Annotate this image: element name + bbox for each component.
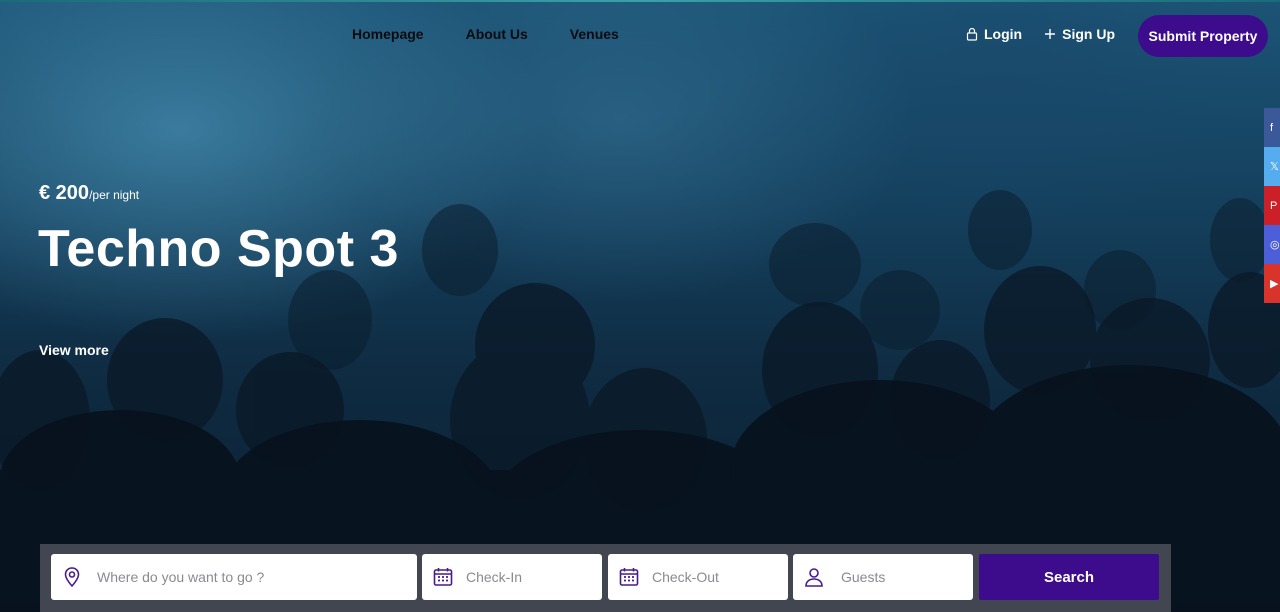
login-label: Login — [984, 26, 1023, 42]
checkout-field[interactable] — [608, 554, 788, 600]
login-link[interactable]: Login — [966, 24, 1022, 44]
youtube-button[interactable]: ▶ — [1264, 264, 1280, 303]
facebook-icon: f — [1270, 121, 1274, 134]
youtube-icon: ▶ — [1270, 278, 1279, 290]
nav-item-homepage[interactable]: Homepage — [352, 24, 424, 44]
facebook-button[interactable]: f — [1264, 108, 1280, 147]
instagram-button[interactable]: ◎ — [1264, 225, 1280, 264]
hero-section: Homepage About Us Venues Login Sign Up S… — [0, 0, 1280, 612]
signup-link[interactable]: Sign Up — [1044, 24, 1115, 44]
twitter-button[interactable]: 𝕏 — [1264, 147, 1280, 186]
calendar-icon — [619, 568, 639, 586]
auth-links: Login Sign Up — [966, 24, 1115, 44]
price-unit: /per night — [89, 188, 140, 202]
pinterest-icon: P — [1270, 199, 1278, 212]
social-sidebar: f 𝕏 P ◎ ▶ — [1264, 108, 1280, 303]
checkout-input[interactable] — [650, 568, 788, 586]
instagram-icon: ◎ — [1270, 239, 1280, 251]
map-pin-icon — [64, 567, 80, 588]
search-button[interactable]: Search — [979, 554, 1159, 600]
location-input[interactable] — [95, 568, 417, 586]
main-nav: Homepage About Us Venues — [352, 24, 619, 44]
nav-item-about-us[interactable]: About Us — [466, 24, 528, 44]
calendar-icon — [433, 568, 453, 586]
user-icon — [805, 568, 823, 587]
plus-icon — [1045, 29, 1056, 39]
twitter-icon: 𝕏 — [1270, 161, 1279, 173]
price-label: € 200/per night — [39, 182, 139, 205]
lock-icon — [966, 27, 978, 41]
venue-title: Techno Spot 3 — [38, 220, 399, 278]
guests-field[interactable] — [793, 554, 973, 600]
submit-property-button[interactable]: Submit Property — [1138, 15, 1268, 57]
checkin-input[interactable] — [464, 568, 602, 586]
location-field[interactable] — [51, 554, 417, 600]
guests-input[interactable] — [839, 568, 973, 586]
signup-label: Sign Up — [1062, 26, 1115, 42]
view-more-link[interactable]: View more — [39, 342, 109, 358]
crowd-background-image — [0, 190, 1280, 612]
search-bar: Search — [40, 544, 1171, 612]
checkin-field[interactable] — [422, 554, 602, 600]
pinterest-button[interactable]: P — [1264, 186, 1280, 225]
price-amount: € 200 — [39, 182, 90, 204]
nav-item-venues[interactable]: Venues — [570, 24, 619, 44]
